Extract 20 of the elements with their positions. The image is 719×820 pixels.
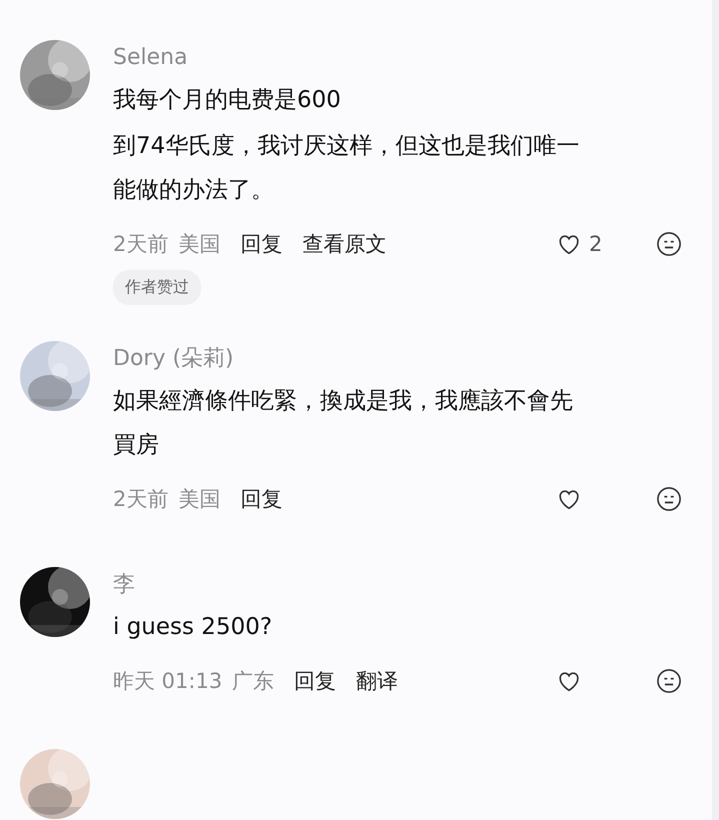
- action-link[interactable]: 回复: [240, 485, 282, 513]
- location: 美国: [178, 231, 220, 258]
- location: 美国: [178, 486, 220, 513]
- expressionless-face-icon[interactable]: [655, 230, 683, 258]
- expressionless-face-icon[interactable]: [655, 667, 683, 695]
- action-link[interactable]: 查看原文: [302, 230, 386, 258]
- action-link[interactable]: 翻译: [356, 667, 398, 695]
- like-count: 2: [589, 232, 604, 256]
- timestamp: 昨天 01:13: [113, 668, 222, 695]
- author-liked-tag: 作者赞过: [113, 270, 201, 305]
- action-link[interactable]: 回复: [240, 230, 282, 258]
- comment-text: 到74华氏度，我讨厌这样，但这也是我们唯一能做的办法了。: [113, 132, 580, 205]
- comment-text: 如果經濟條件吃緊，換成是我，我應該不會先買房: [113, 387, 574, 460]
- comment-text: 我每个月的电费是600: [113, 86, 342, 115]
- action-link[interactable]: 回复: [294, 667, 336, 695]
- location: 广东: [232, 668, 274, 695]
- timestamp: 2天前: [113, 231, 168, 258]
- timestamp: 2天前: [113, 486, 168, 513]
- expressionless-face-icon[interactable]: [655, 485, 683, 513]
- comment-text: i guess 2500?: [113, 613, 274, 642]
